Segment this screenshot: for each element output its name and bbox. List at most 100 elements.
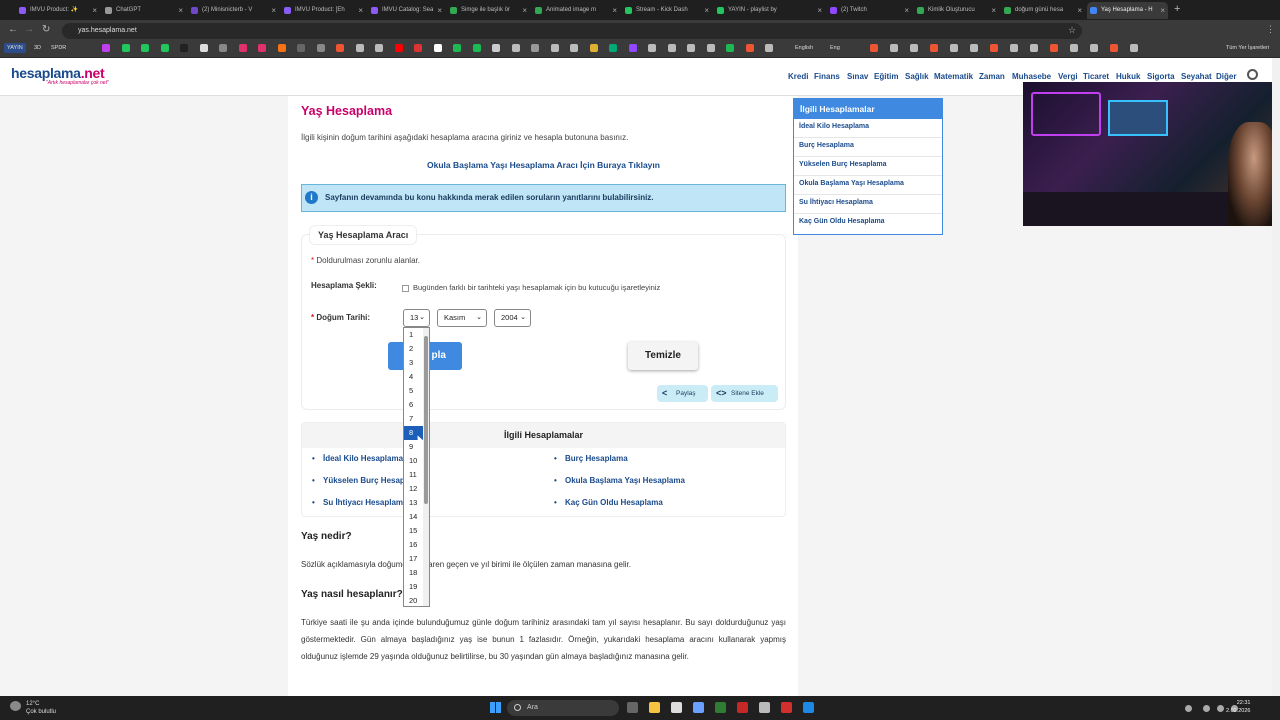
close-icon[interactable]: × bbox=[92, 2, 97, 19]
sidebar-link[interactable]: İdeal Kilo Hesaplama bbox=[799, 123, 869, 130]
bookmark-icon[interactable] bbox=[745, 44, 754, 52]
nav-item-sigorta[interactable]: Sigorta bbox=[1147, 72, 1175, 81]
bookmark-icon[interactable] bbox=[910, 44, 918, 52]
day-option[interactable]: 12 bbox=[404, 482, 423, 496]
nav-item-sınav[interactable]: Sınav bbox=[847, 72, 868, 81]
bookmark-icon[interactable] bbox=[950, 44, 958, 52]
bookmark-icon[interactable] bbox=[160, 44, 169, 52]
bookmark-icon[interactable] bbox=[219, 44, 227, 52]
related-link[interactable]: Su İhtiyacı Hesaplama bbox=[312, 498, 408, 507]
day-option[interactable]: 19 bbox=[404, 580, 423, 594]
bookmark-icon[interactable] bbox=[336, 44, 344, 52]
browser-tab[interactable]: Kimlik Oluşturucu × bbox=[914, 2, 999, 19]
bookmark-icon[interactable] bbox=[1110, 44, 1118, 52]
bookmark-icon[interactable] bbox=[687, 44, 695, 52]
all-bookmarks[interactable]: Tüm Yer İşaretleri bbox=[1226, 43, 1269, 53]
day-option[interactable]: 7 bbox=[404, 412, 423, 426]
taskbar-app-icon[interactable] bbox=[781, 702, 792, 713]
taskbar-app-icon[interactable] bbox=[693, 702, 704, 713]
day-option[interactable]: 13 bbox=[404, 496, 423, 510]
bookmark-yayin[interactable]: YAYIN bbox=[4, 43, 26, 53]
browser-tab[interactable]: (2) Minisnicterb - V × bbox=[188, 2, 279, 19]
bookmark-icon[interactable] bbox=[589, 44, 598, 52]
browser-tab[interactable]: Simge ile başlık ör × bbox=[447, 2, 530, 19]
sidebar-link[interactable]: Yükselen Burç Hesaplama bbox=[799, 161, 887, 168]
bookmark-icon[interactable] bbox=[180, 44, 188, 52]
month-select[interactable]: Kasım ⌄ bbox=[437, 309, 487, 327]
nav-item-sağlık[interactable]: Sağlık bbox=[905, 72, 929, 81]
browser-tab[interactable]: IMVU Product: [Eh × bbox=[281, 2, 366, 19]
bookmark-icon[interactable] bbox=[316, 44, 325, 52]
bookmark-icon[interactable] bbox=[930, 44, 938, 52]
bookmark-icon[interactable] bbox=[667, 44, 676, 52]
bookmark-icon[interactable] bbox=[570, 44, 578, 52]
close-icon[interactable]: × bbox=[437, 2, 442, 19]
bookmark-icon[interactable] bbox=[375, 44, 383, 52]
day-option[interactable]: 17 bbox=[404, 552, 423, 566]
tray-icon[interactable] bbox=[1217, 705, 1224, 712]
day-option[interactable]: 1 bbox=[404, 328, 423, 342]
bookmark-icon[interactable] bbox=[628, 44, 637, 52]
new-tab-icon[interactable]: + bbox=[1174, 3, 1180, 15]
browser-tab[interactable]: doğum günü hesa × bbox=[1001, 2, 1085, 19]
day-option[interactable]: 6 bbox=[404, 398, 423, 412]
taskbar-app-icon[interactable] bbox=[671, 702, 682, 713]
day-option[interactable]: 11 bbox=[404, 468, 423, 482]
page-scrollbar[interactable] bbox=[1272, 58, 1280, 696]
bookmark-english[interactable]: English bbox=[795, 43, 813, 53]
bookmark-spdr[interactable]: SPDR bbox=[51, 43, 66, 53]
back-icon[interactable]: ← bbox=[8, 24, 18, 35]
browser-tab[interactable]: Animated image m × bbox=[532, 2, 620, 19]
browser-tab[interactable]: IMVU Catalog: Sea × bbox=[368, 2, 445, 19]
day-option[interactable]: 14 bbox=[404, 510, 423, 524]
day-option[interactable]: 5 bbox=[404, 384, 423, 398]
related-link[interactable]: Kaç Gün Oldu Hesaplama bbox=[554, 498, 663, 507]
browser-tab[interactable]: IMVU Product: ✨ × bbox=[16, 2, 100, 19]
nav-item-kredi[interactable]: Kredi bbox=[788, 72, 808, 81]
bookmark-icon[interactable] bbox=[141, 44, 149, 52]
nav-item-ticaret[interactable]: Ticaret bbox=[1083, 72, 1109, 81]
bookmark-icon[interactable] bbox=[121, 44, 130, 52]
different-date-checkbox[interactable] bbox=[402, 285, 409, 292]
close-icon[interactable]: × bbox=[904, 2, 909, 19]
close-icon[interactable]: × bbox=[612, 2, 617, 19]
forward-icon[interactable]: → bbox=[24, 24, 34, 35]
close-icon[interactable]: × bbox=[1077, 2, 1082, 19]
bookmark-icon[interactable] bbox=[297, 44, 305, 52]
day-option[interactable]: 15 bbox=[404, 524, 423, 538]
menu-icon[interactable]: ⋮ bbox=[1266, 24, 1275, 35]
bookmark-icon[interactable] bbox=[414, 44, 422, 52]
close-icon[interactable]: × bbox=[522, 2, 527, 19]
sidebar-link[interactable]: Okula Başlama Yaşı Hesaplama bbox=[799, 180, 904, 187]
bookmark-icon[interactable] bbox=[277, 44, 286, 52]
nav-item-vergi[interactable]: Vergi bbox=[1058, 72, 1078, 81]
nav-item-matematik[interactable]: Matematik bbox=[934, 72, 973, 81]
bookmark-icon[interactable] bbox=[890, 44, 898, 52]
day-option[interactable]: 16 bbox=[404, 538, 423, 552]
clear-button[interactable]: Temizle bbox=[628, 342, 698, 370]
nav-item-diğer[interactable]: Diğer bbox=[1216, 72, 1236, 81]
bookmark-eng[interactable]: Eng bbox=[830, 43, 840, 53]
close-icon[interactable]: × bbox=[704, 2, 709, 19]
bookmark-icon[interactable] bbox=[394, 44, 403, 52]
browser-tab[interactable]: (2) Twitch × bbox=[827, 2, 912, 19]
embed-button[interactable]: <> Sitene Ekle bbox=[711, 385, 778, 402]
bookmark-icon[interactable] bbox=[492, 44, 500, 52]
day-option[interactable]: 20 bbox=[404, 594, 423, 608]
browser-tab[interactable]: Yaş Hesaplama - H × bbox=[1087, 2, 1168, 19]
taskbar-app-icon[interactable] bbox=[627, 702, 638, 713]
bookmark-icon[interactable] bbox=[472, 44, 481, 52]
day-option[interactable]: 2 bbox=[404, 342, 423, 356]
related-link[interactable]: Okula Başlama Yaşı Hesaplama bbox=[554, 476, 685, 485]
bookmark-icon[interactable] bbox=[765, 44, 773, 52]
system-clock[interactable]: 22:31 2.02.2026 bbox=[1226, 699, 1250, 715]
close-icon[interactable]: × bbox=[178, 2, 183, 19]
bookmark-icon[interactable] bbox=[648, 44, 656, 52]
browser-tab[interactable]: Stream - Kick Dash × bbox=[622, 2, 712, 19]
nav-item-seyahat[interactable]: Seyahat bbox=[1181, 72, 1212, 81]
bookmark-icon[interactable] bbox=[550, 44, 559, 52]
bookmark-icon[interactable] bbox=[1130, 44, 1138, 52]
related-link[interactable]: Burç Hesaplama bbox=[554, 454, 628, 463]
school-age-link[interactable]: Okula Başlama Yaşı Hesaplama Aracı İçin … bbox=[301, 160, 786, 170]
taskbar-search[interactable]: Ara bbox=[507, 700, 619, 716]
